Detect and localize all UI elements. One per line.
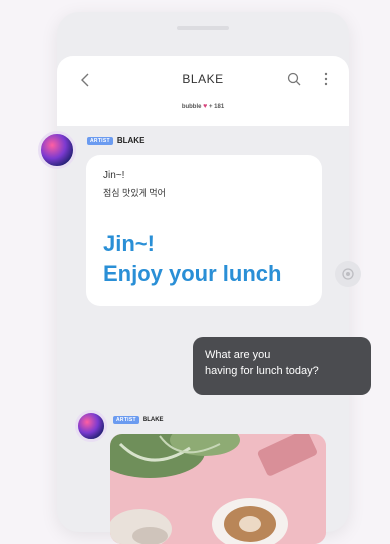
sender-name: BLAKE (142, 417, 164, 423)
chat-title: BLAKE (182, 72, 224, 86)
more-options-button[interactable] (319, 68, 333, 90)
message-line-korean: 점심 맛있게 먹어 (103, 188, 166, 198)
photo-message[interactable] (110, 434, 326, 544)
user-message-bubble[interactable]: What are you having for lunch today? (193, 337, 371, 395)
subscriber-name: bubble (181, 104, 202, 110)
heart-icon: ♥ (203, 103, 208, 110)
reply-icon (342, 268, 354, 280)
translated-line: Enjoy your lunch (103, 261, 282, 286)
chat-header: BLAKE bubble ♥ + 181 (57, 56, 349, 126)
reply-button[interactable] (335, 261, 361, 287)
translated-line: Jin~! (103, 231, 155, 256)
avatar[interactable] (38, 131, 76, 169)
avatar[interactable] (75, 410, 107, 442)
search-button[interactable] (283, 68, 305, 90)
subscriber-days: + 181 (208, 104, 225, 110)
phone-notch (177, 26, 229, 30)
sender-name: BLAKE (116, 136, 145, 145)
more-vertical-icon (324, 72, 328, 86)
search-icon (287, 72, 301, 86)
artist-badge: ARTIST (87, 136, 113, 145)
message-line: Jin~! (103, 170, 125, 181)
artist-message-bubble[interactable]: Jin~! 점심 맛있게 먹어 Jin~! Enjoy your lunch (86, 155, 322, 306)
sender-name-row: ARTIST BLAKE (113, 416, 164, 424)
artist-badge: ARTIST (113, 416, 139, 424)
lunch-photo-image (110, 434, 326, 544)
subscription-info: bubble ♥ + 181 (57, 103, 349, 110)
sender-name-row: ARTIST BLAKE (87, 136, 144, 145)
user-message-line: What are you (205, 349, 271, 361)
user-message-line: having for lunch today? (205, 365, 319, 377)
